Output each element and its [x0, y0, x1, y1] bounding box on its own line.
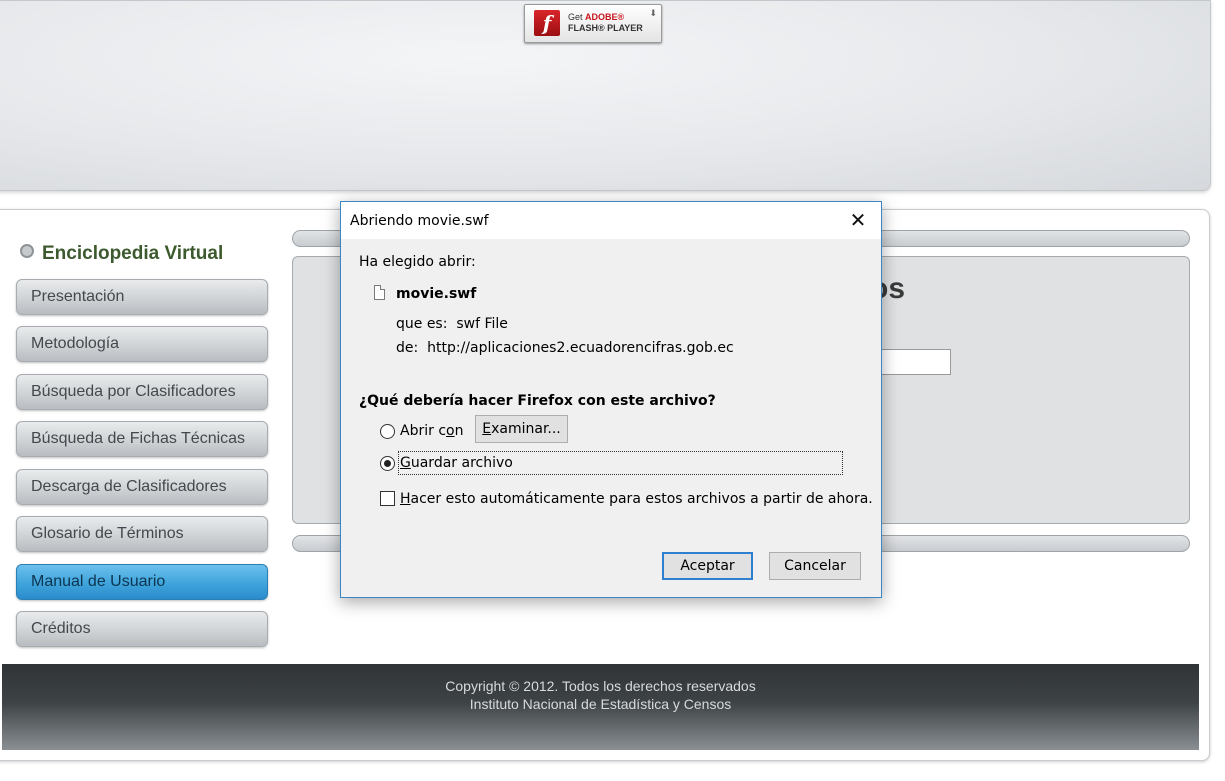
content-input[interactable] [872, 349, 951, 375]
sidebar-item-busqueda-fichas[interactable]: Búsqueda de Fichas Técnicas [16, 421, 268, 457]
sidebar-item-glosario[interactable]: Glosario de Términos [16, 516, 268, 552]
dialog-intro: Ha elegido abrir: [359, 254, 476, 270]
open-with-radio[interactable] [380, 424, 395, 439]
sidebar-item-presentacion[interactable]: Presentación [16, 279, 268, 315]
cancel-button[interactable]: Cancelar [769, 552, 861, 580]
get-flash-player-badge[interactable]: f Get ADOBE® FLASH® PLAYER ⬇ [524, 4, 662, 43]
file-name: movie.swf [396, 286, 477, 302]
sidebar-item-metodologia[interactable]: Metodología [16, 326, 268, 362]
flash-badge-line2: FLASH® PLAYER [568, 23, 643, 33]
sidebar-item-creditos[interactable]: Créditos [16, 611, 268, 647]
sidebar-item-descarga-clasificadores[interactable]: Descarga de Clasificadores [16, 469, 268, 505]
open-file-dialog: Abriendo movie.swf ✕ Ha elegido abrir: m… [340, 201, 882, 598]
file-source: de: http://aplicaciones2.ecuadorencifras… [396, 340, 734, 356]
save-file-label[interactable]: Guardar archivo [400, 455, 513, 471]
footer: Copyright © 2012. Todos los derechos res… [2, 664, 1199, 750]
file-icon [374, 285, 385, 300]
file-type: que es: swf File [396, 316, 508, 332]
auto-action-label[interactable]: Hacer esto automáticamente para estos ar… [400, 491, 873, 507]
download-arrow-icon: ⬇ [649, 8, 657, 18]
open-with-label[interactable]: Abrir con [400, 423, 463, 439]
accept-button[interactable]: Aceptar [662, 552, 753, 580]
save-file-radio[interactable] [380, 456, 395, 471]
browse-button[interactable]: Examinar... [475, 415, 568, 443]
dialog-question: ¿Qué debería hacer Firefox con este arch… [359, 393, 716, 409]
sidebar-item-manual-usuario[interactable]: Manual de Usuario [16, 564, 268, 600]
bullet-icon [20, 244, 34, 258]
auto-action-checkbox[interactable] [380, 491, 395, 506]
sidebar-item-busqueda-clasificadores[interactable]: Búsqueda por Clasificadores [16, 374, 268, 410]
dialog-titlebar[interactable]: Abriendo movie.swf ✕ [341, 202, 881, 239]
sidebar-title: Enciclopedia Virtual [20, 243, 223, 265]
flash-badge-line1: Get ADOBE® [568, 12, 625, 22]
footer-institution: Instituto Nacional de Estadística y Cens… [469, 696, 732, 712]
footer-copyright: Copyright © 2012. Todos los derechos res… [445, 678, 756, 694]
flash-logo-icon: f [534, 10, 560, 36]
close-icon[interactable]: ✕ [835, 202, 881, 239]
dialog-title: Abriendo movie.swf [350, 213, 489, 229]
